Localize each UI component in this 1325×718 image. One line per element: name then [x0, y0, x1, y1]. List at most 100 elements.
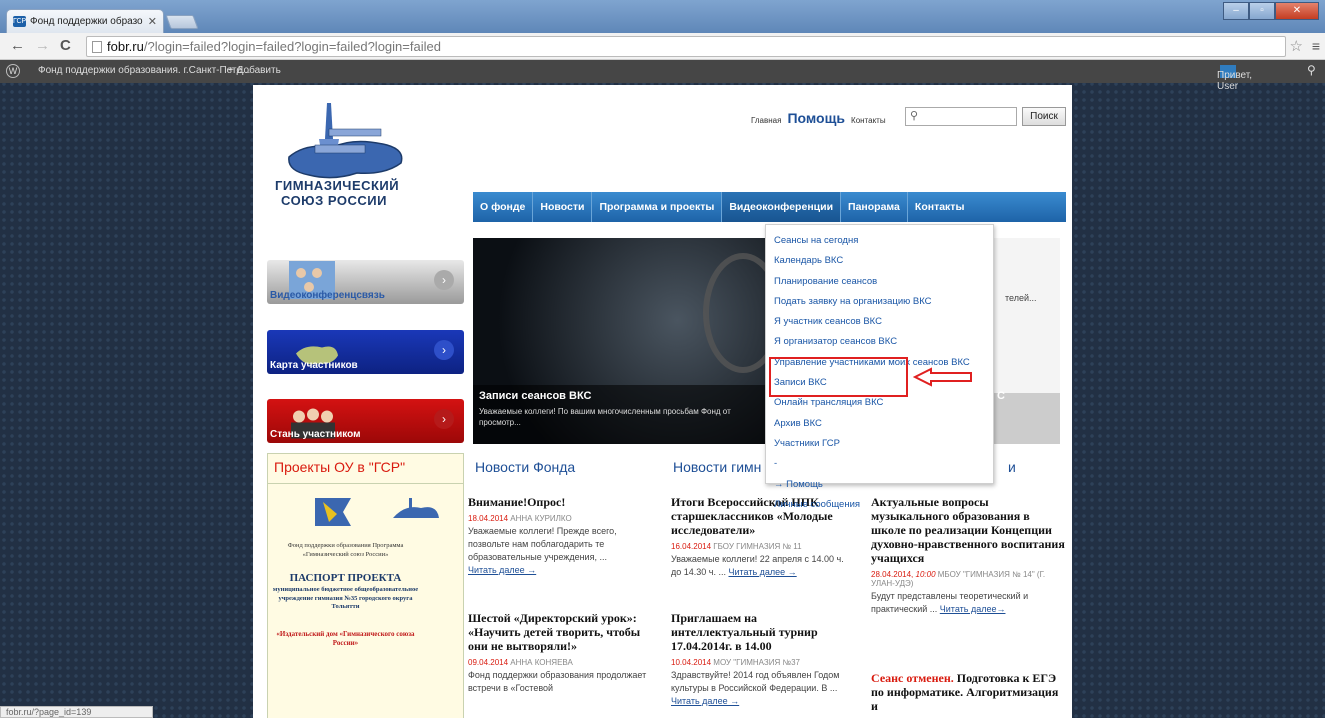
nav-item-news[interactable]: Новости [533, 192, 593, 222]
search-icon: ⚲ [910, 110, 919, 122]
projects-title: Проекты ОУ в "ГСР" [268, 454, 463, 484]
bookmark-star-icon[interactable]: ☆ [1290, 37, 1303, 55]
news-date: 28.04.2014, [871, 570, 914, 579]
news-author[interactable]: АННА КУРИЛКО [510, 514, 571, 523]
reload-icon[interactable]: C [60, 37, 71, 55]
read-more-link[interactable]: Читать далее → [468, 565, 536, 575]
chevron-right-icon: › [434, 270, 454, 290]
pointer-arrow-icon [913, 367, 972, 387]
banner-label: Стань участником [270, 429, 361, 440]
contacts-link[interactable]: Контакты [851, 116, 886, 125]
logo-text: ГИМНАЗИЧЕСКИЙ СОЮЗ РОССИИ [275, 178, 399, 208]
menu-item-separator: - [774, 458, 778, 470]
admin-search-icon[interactable]: ⚲ [1307, 63, 1316, 77]
news-author[interactable]: МОУ "ГИМНАЗИЯ №37 [713, 658, 800, 667]
banner-label: Карта участников [270, 360, 358, 371]
menu-item-archive[interactable]: Архив ВКС [766, 414, 993, 434]
news-title[interactable]: Внимание!Опрос! [468, 495, 648, 509]
logo-line-2: СОЮЗ РОССИИ [281, 193, 387, 208]
news-body: Здравствуйте! 2014 год объявлен Годом ку… [671, 670, 840, 693]
news-title[interactable]: Приглашаем на интеллектуальный турнир 17… [671, 611, 851, 653]
new-tab-button[interactable] [165, 15, 199, 29]
news-author[interactable]: ГБОУ ГИМНАЗИЯ № 11 [713, 542, 801, 551]
admin-bar-greeting[interactable]: Привет, User [1217, 65, 1252, 92]
column-heading-gymnasium-news: Новости гимн [673, 459, 762, 475]
close-tab-icon[interactable]: ✕ [148, 15, 157, 28]
menu-item-calendar[interactable]: Календарь ВКС [766, 251, 993, 271]
home-link[interactable]: Главная [751, 116, 781, 125]
admin-bar-site-link[interactable]: Фонд поддержки образования. г.Санкт-Пете… [38, 65, 250, 76]
help-link[interactable]: Помощь [787, 110, 845, 126]
news-date: 10.04.2014 [671, 658, 712, 667]
logo-line-1: ГИМНАЗИЧЕСКИЙ [275, 178, 400, 193]
project-passport: ПАСПОРТ ПРОЕКТА [289, 572, 402, 584]
menu-item-participant[interactable]: Я участник сеансов ВКС [766, 312, 993, 332]
news-author[interactable]: АННА КОНЯЕВА [510, 658, 573, 667]
read-more-link[interactable]: Читать далее→ [940, 604, 1006, 614]
search-button[interactable]: Поиск [1022, 107, 1066, 126]
page-icon [92, 40, 102, 53]
project-publisher: «Издательский дом «Гимназического союза … [276, 630, 415, 647]
chevron-right-icon: › [434, 340, 454, 360]
search-input[interactable]: ⚲ [905, 107, 1017, 126]
maximize-button[interactable]: ▫ [1249, 2, 1275, 20]
menu-item-planning[interactable]: Планирование сеансов [766, 272, 993, 292]
url-host: fobr.ru [107, 39, 144, 54]
banner-videoconference[interactable]: Видеоконференцсвязь › [267, 260, 464, 304]
videoconference-dropdown-menu: Сеансы на сегодня Календарь ВКС Планиров… [765, 224, 994, 510]
nav-item-panorama[interactable]: Панорама [841, 192, 908, 222]
menu-item-members[interactable]: Участники ГСР [766, 434, 993, 454]
news-item: Внимание!Опрос! 18.04.2014 АННА КУРИЛКО … [468, 495, 648, 577]
side-panel-text: телей... [1005, 293, 1037, 303]
wordpress-icon[interactable]: W [6, 64, 20, 78]
banner-label: Видеоконференцсвязь [270, 290, 385, 301]
browser-toolbar: ← → C fobr.ru/?login=failed?login=failed… [0, 33, 1325, 60]
news-date: 18.04.2014 [468, 514, 509, 523]
project-fund-text: Фонд поддержки образования Программа «Ги… [287, 542, 404, 558]
news-item: Сеанс отменен. Подготовка к ЕГЭ по инфор… [871, 671, 1066, 713]
news-date: 16.04.2014 [671, 542, 712, 551]
highlight-box [769, 357, 908, 397]
browser-tab[interactable]: ГСР Фонд поддержки образо ✕ [6, 9, 164, 33]
slider-caption[interactable]: Записи сеансов ВКС Уважаемые коллеги! По… [473, 385, 765, 444]
read-more-link[interactable]: Читать далее → [729, 567, 797, 577]
status-bar: fobr.ru/?page_id=139 [0, 706, 153, 718]
news-item: Приглашаем на интеллектуальный турнир 17… [671, 611, 851, 708]
menu-icon[interactable]: ≡ [1312, 38, 1320, 54]
forward-icon[interactable]: → [35, 37, 50, 55]
read-more-link[interactable]: Читать далее → [671, 696, 739, 706]
minimize-button[interactable]: – [1223, 2, 1249, 20]
column-heading-fund-news: Новости Фонда [475, 459, 576, 475]
address-bar[interactable]: fobr.ru/?login=failed?login=failed?login… [86, 36, 1286, 57]
menu-item-submit-request[interactable]: Подать заявку на организацию ВКС [766, 292, 993, 312]
nav-item-contacts[interactable]: Контакты [908, 192, 972, 222]
menu-item-organizer[interactable]: Я организатор сеансов ВКС [766, 332, 993, 352]
slider-text: Уважаемые коллеги! По вашим многочисленн… [479, 407, 731, 427]
menu-item-messages[interactable]: Личные сообщения [766, 495, 993, 515]
news-time: 10:00 [915, 570, 936, 579]
nav-item-videoconferences[interactable]: Видеоконференции [722, 192, 842, 222]
menu-item-sessions-today[interactable]: Сеансы на сегодня [766, 231, 993, 251]
news-body: Фонд поддержки образования продолжает вс… [468, 670, 647, 693]
chevron-right-icon: › [434, 409, 454, 429]
admin-bar-add-link[interactable]: + Добавить [228, 65, 281, 76]
back-icon[interactable]: ← [10, 37, 25, 55]
menu-item-help[interactable]: → Помощь [766, 475, 993, 495]
close-window-button[interactable]: ✕ [1275, 2, 1319, 20]
cancelled-label: Сеанс отменен. [871, 671, 954, 685]
top-links: Главная Помощь Контакты [751, 110, 892, 126]
site-favicon-icon: ГСР [13, 16, 27, 27]
news-item: Шестой «Директорский урок»: «Научить дет… [468, 611, 648, 695]
nav-item-programs[interactable]: Программа и проекты [592, 192, 723, 222]
news-title[interactable]: Шестой «Директорский урок»: «Научить дет… [468, 611, 648, 653]
banner-map[interactable]: Карта участников › [267, 330, 464, 374]
side-panel-mark: С [997, 390, 1005, 402]
column-heading-3: и [1008, 459, 1016, 475]
banner-join[interactable]: Стань участником › [267, 399, 464, 443]
window-titlebar: ГСР Фонд поддержки образо ✕ – ▫ ✕ [0, 0, 1325, 33]
news-date: 09.04.2014 [468, 658, 509, 667]
url-path: /?login=failed?login=failed?login=failed… [143, 39, 441, 54]
project-school: муниципальное бюджетное общеобразователь… [272, 586, 419, 610]
admin-bar: W Фонд поддержки образования. г.Санкт-Пе… [0, 60, 1325, 92]
nav-item-about[interactable]: О фонде [473, 192, 534, 222]
